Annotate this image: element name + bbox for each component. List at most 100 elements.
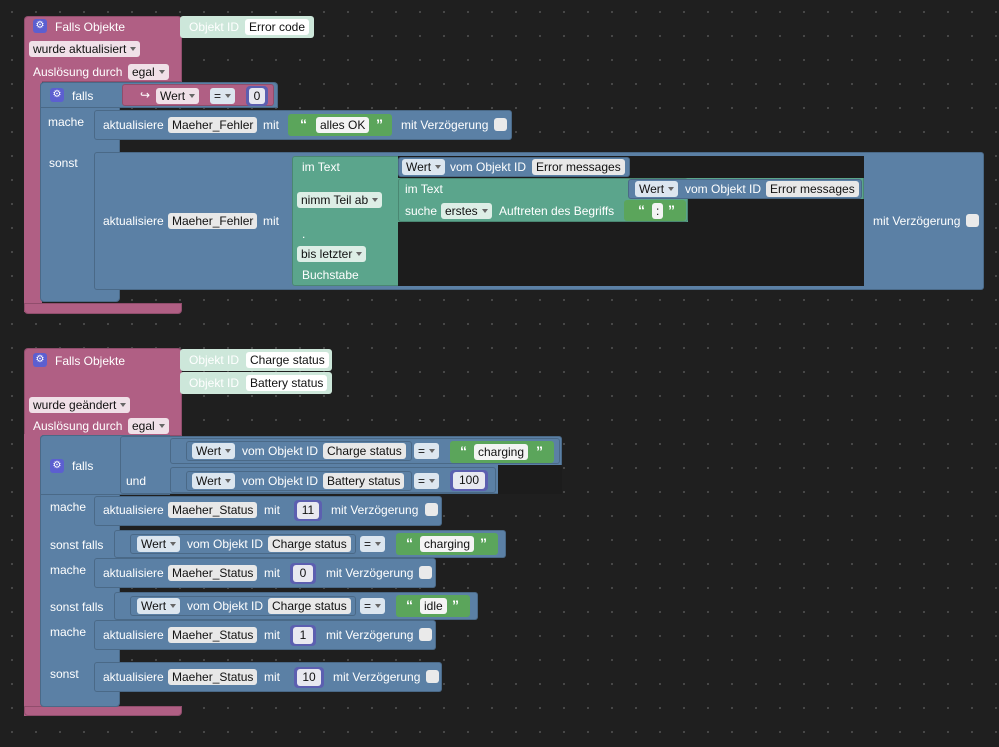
if1-then-string-block[interactable]: “ alles OK ” bbox=[288, 114, 392, 136]
cond1-string-block[interactable]: “ charging ” bbox=[450, 441, 554, 463]
if2-mache-label-1: mache bbox=[50, 500, 87, 514]
else-number-value[interactable]: 10 bbox=[297, 669, 321, 686]
if1-operator-dropdown[interactable]: = bbox=[210, 88, 236, 104]
if2-sonst-falls-label-1: sonst falls bbox=[50, 538, 104, 552]
quote-open-icon: “ bbox=[300, 116, 307, 132]
cond2-wert-dropdown[interactable]: Wert bbox=[192, 473, 236, 489]
vom-objekt-label: vom Objekt ID bbox=[187, 599, 264, 613]
elif1-text-field[interactable]: charging bbox=[420, 536, 475, 552]
vom-objekt-label: vom Objekt ID bbox=[242, 474, 319, 488]
if2-sonst-label: sonst bbox=[50, 667, 79, 681]
indexof-object-field[interactable]: Error messages bbox=[766, 181, 859, 197]
source-wert-dropdown[interactable]: Wert bbox=[402, 159, 446, 175]
and-label: und bbox=[126, 474, 147, 488]
gear-icon[interactable]: ⚙ bbox=[50, 88, 64, 102]
substring-mode-dropdown[interactable]: nimm Teil ab bbox=[297, 192, 383, 208]
cond1-operator-dropdown[interactable]: = bbox=[414, 443, 440, 459]
if1-then-text-field[interactable]: alles OK bbox=[316, 117, 370, 133]
delay-checkbox[interactable] bbox=[425, 503, 438, 516]
mit-label: mit bbox=[263, 118, 279, 132]
elif2-operator-dropdown[interactable]: = bbox=[360, 598, 386, 614]
cond1-text-field[interactable]: charging bbox=[474, 444, 529, 460]
vom-objekt-label: vom Objekt ID bbox=[242, 444, 319, 458]
elif1-operator-dropdown[interactable]: = bbox=[360, 536, 386, 552]
elif2-object-field[interactable]: Charge status bbox=[268, 598, 351, 614]
vom-objekt-label: vom Objekt ID bbox=[450, 160, 527, 174]
then2-number-block[interactable]: 0 bbox=[290, 563, 316, 584]
event1-ausloesung-dropdown[interactable]: egal bbox=[128, 64, 169, 80]
cond1-object-field[interactable]: Charge status bbox=[323, 443, 406, 459]
then1-target-field[interactable]: Maeher_Status bbox=[168, 502, 258, 518]
cond2-number-block[interactable]: 100 bbox=[450, 470, 488, 491]
elif1-string-block[interactable]: “ charging ” bbox=[396, 533, 498, 555]
if1-wert-dropdown[interactable]: Wert bbox=[156, 88, 200, 104]
indexof-search-string-block[interactable]: “ : ” bbox=[624, 200, 686, 221]
indexof-suche-label: suche bbox=[405, 204, 438, 218]
then1-number-value[interactable]: 11 bbox=[297, 502, 319, 519]
event2-object-field-2[interactable]: Battery status bbox=[246, 375, 328, 391]
event2-trigger-dropdown[interactable]: wurde geändert bbox=[29, 397, 131, 413]
quote-close-icon: ” bbox=[480, 535, 487, 551]
cond2-number-value[interactable]: 100 bbox=[453, 472, 485, 489]
cond2-object-field[interactable]: Battery status bbox=[323, 473, 405, 489]
else-number-block[interactable]: 10 bbox=[294, 667, 324, 688]
source-object-field[interactable]: Error messages bbox=[532, 159, 625, 175]
cond1-wert-dropdown[interactable]: Wert bbox=[192, 443, 236, 459]
event-block-2[interactable]: ⚙ Falls Objekte wurde geändert Auslösung… bbox=[0, 330, 999, 747]
delay-checkbox[interactable] bbox=[419, 566, 432, 579]
event2-title: Falls Objekte bbox=[55, 354, 126, 368]
then3-number-block[interactable]: 1 bbox=[290, 625, 316, 646]
substring-slot-3 bbox=[688, 199, 864, 222]
gear-icon[interactable]: ⚙ bbox=[33, 19, 47, 33]
delay-checkbox[interactable] bbox=[494, 118, 507, 131]
then2-target-field[interactable]: Maeher_Status bbox=[168, 565, 258, 581]
then1-number-block[interactable]: 11 bbox=[294, 500, 322, 521]
if1-mache-label: mache bbox=[48, 115, 85, 129]
mit-label: mit bbox=[264, 628, 280, 642]
indexof-erstes-dropdown[interactable]: erstes bbox=[441, 203, 492, 219]
delay-checkbox[interactable] bbox=[966, 214, 979, 227]
objekt-id-label: Objekt ID bbox=[189, 376, 240, 390]
event1-object-field[interactable]: Error code bbox=[245, 19, 310, 35]
event-block-1[interactable]: ⚙ Falls Objekte wurde aktualisiert Auslö… bbox=[0, 0, 999, 330]
mit-label: mit bbox=[264, 566, 280, 580]
vom-objekt-label: vom Objekt ID bbox=[187, 537, 264, 551]
indexof-wert-dropdown[interactable]: Wert bbox=[635, 181, 679, 197]
then2-number-value[interactable]: 0 bbox=[293, 565, 313, 582]
update-label: aktualisiere bbox=[103, 566, 164, 580]
elif1-wert-dropdown[interactable]: Wert bbox=[137, 536, 181, 552]
quote-close-icon: ” bbox=[452, 597, 459, 613]
delay-label: mit Verzögerung bbox=[873, 214, 961, 228]
return-arrow-icon: ↪ bbox=[140, 88, 151, 102]
if2-falls-label: falls bbox=[72, 459, 94, 473]
if1-number-value[interactable]: 0 bbox=[249, 88, 265, 104]
event1-footer bbox=[24, 303, 182, 314]
delay-checkbox[interactable] bbox=[419, 628, 432, 641]
substring-buchstabe-label: Buchstabe bbox=[302, 268, 359, 282]
event1-title: Falls Objekte bbox=[55, 20, 126, 34]
else-target-field[interactable]: Maeher_Status bbox=[168, 669, 258, 685]
elif1-object-field[interactable]: Charge status bbox=[268, 536, 351, 552]
elif2-wert-dropdown[interactable]: Wert bbox=[137, 598, 181, 614]
event1-trigger-dropdown[interactable]: wurde aktualisiert bbox=[29, 41, 141, 57]
elif2-text-field[interactable]: idle bbox=[420, 598, 447, 614]
delay-checkbox[interactable] bbox=[426, 670, 439, 683]
update-label: aktualisiere bbox=[103, 670, 164, 684]
event2-object-field-1[interactable]: Charge status bbox=[246, 352, 329, 368]
if1-then-target-field[interactable]: Maeher_Fehler bbox=[168, 117, 258, 133]
gear-icon[interactable]: ⚙ bbox=[50, 459, 64, 473]
event1-ausloesung-label: Auslösung durch bbox=[33, 65, 123, 79]
if1-number-block[interactable]: 0 bbox=[246, 86, 268, 106]
substring-end-dropdown[interactable]: bis letzter bbox=[297, 246, 367, 262]
quote-close-icon: ” bbox=[376, 116, 383, 132]
event2-ausloesung-dropdown[interactable]: egal bbox=[128, 418, 169, 434]
elif2-string-block[interactable]: “ idle ” bbox=[396, 595, 470, 617]
then3-number-value[interactable]: 1 bbox=[293, 627, 313, 644]
substring-im-text-label: im Text bbox=[302, 160, 340, 174]
gear-icon[interactable]: ⚙ bbox=[33, 353, 47, 367]
if1-else-target-field[interactable]: Maeher_Fehler bbox=[168, 213, 258, 229]
cond2-operator-dropdown[interactable]: = bbox=[414, 473, 440, 489]
then3-target-field[interactable]: Maeher_Status bbox=[168, 627, 258, 643]
indexof-search-field[interactable]: : bbox=[652, 203, 664, 219]
mit-label: mit bbox=[263, 214, 279, 228]
